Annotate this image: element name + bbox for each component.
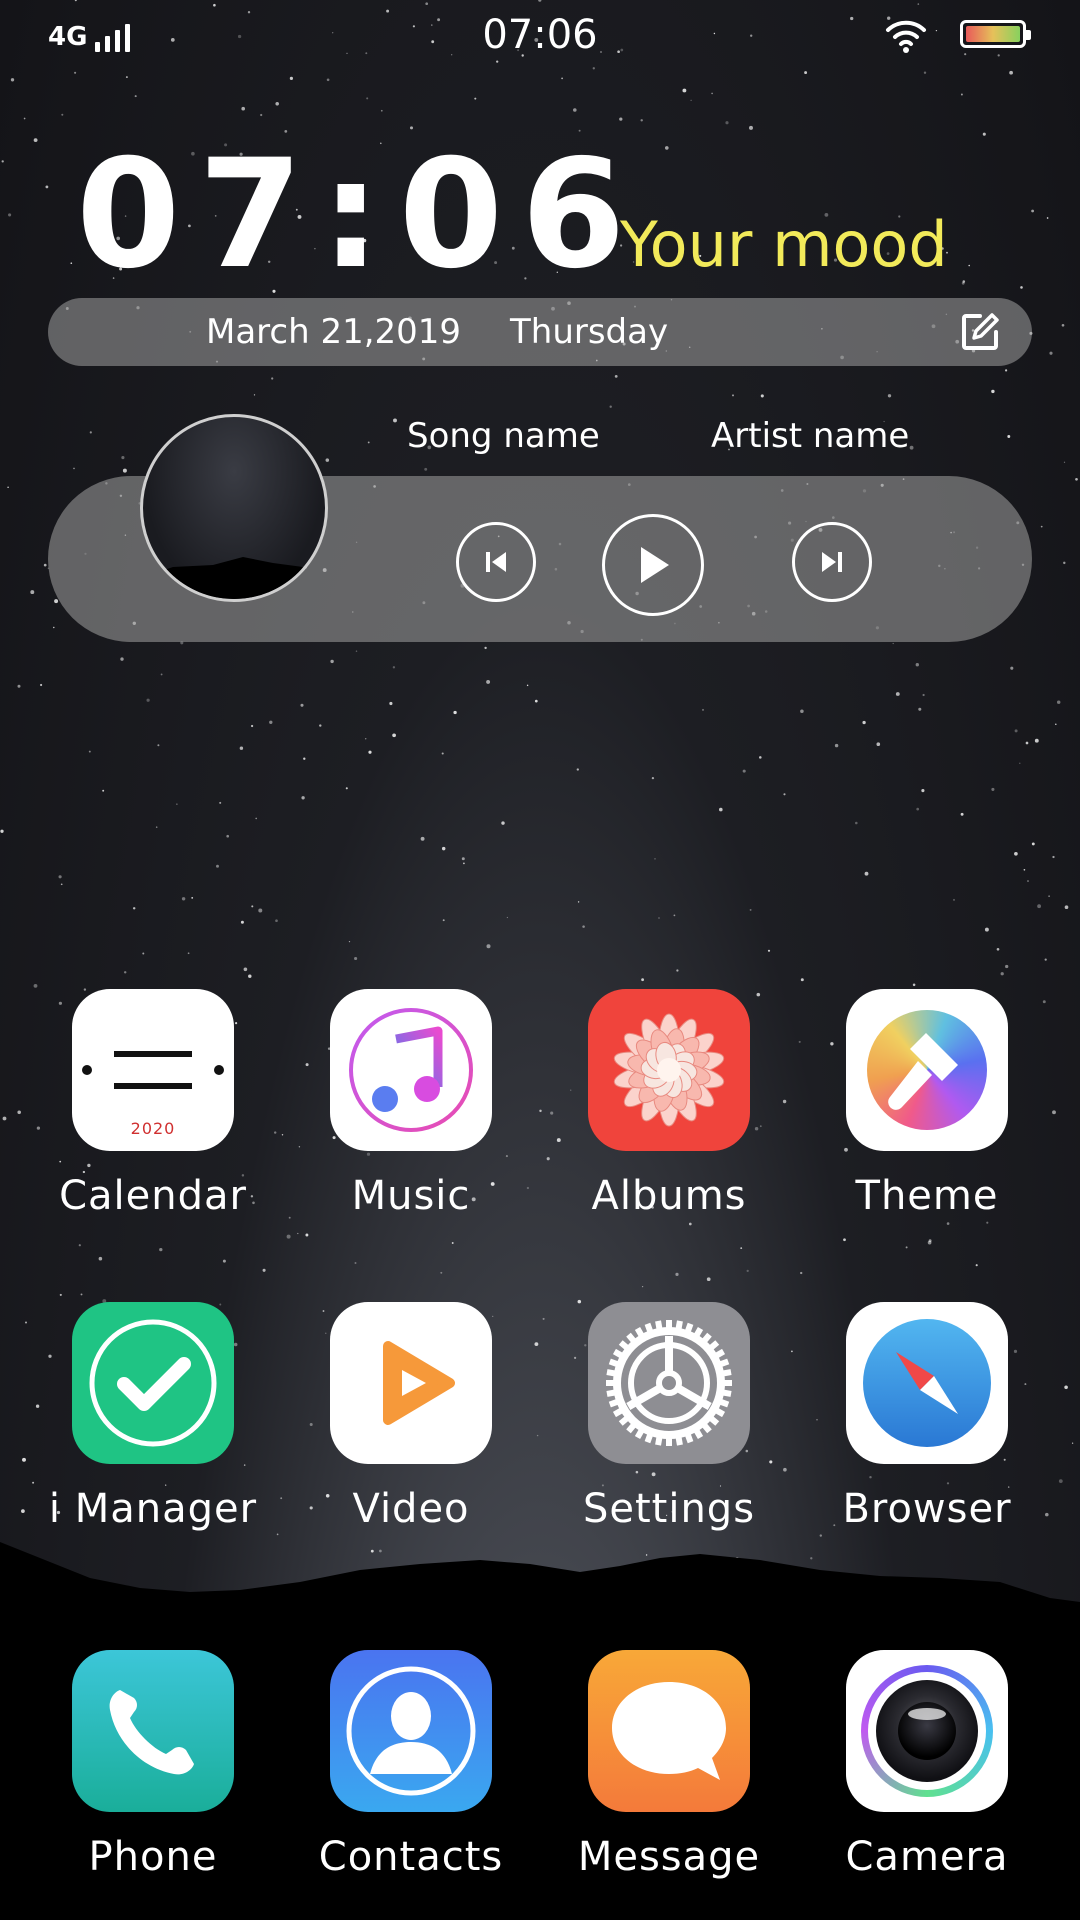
clock-widget-time[interactable]: 07:06: [76, 140, 643, 290]
paintbrush-icon: [846, 989, 1008, 1151]
dock-camera[interactable]: Camera: [817, 1650, 1037, 1880]
app-video[interactable]: Video: [301, 1302, 521, 1532]
app-label: Camera: [845, 1834, 1009, 1880]
skip-back-icon: [486, 552, 506, 572]
skip-forward-icon: [822, 552, 842, 572]
app-calendar[interactable]: 2020 Calendar: [43, 989, 263, 1219]
app-label: i Manager: [48, 1486, 258, 1532]
app-albums[interactable]: Albums: [559, 989, 779, 1219]
app-label: Music: [351, 1173, 471, 1219]
play-video-icon: [330, 1302, 492, 1464]
wifi-icon: [886, 20, 926, 53]
battery-icon: [960, 20, 1031, 48]
previous-button[interactable]: [456, 522, 536, 602]
play-button[interactable]: [602, 514, 704, 616]
app-imanager[interactable]: i Manager: [43, 1302, 263, 1532]
date-bar: March 21,2019 Thursday: [48, 298, 1032, 366]
music-note-icon: [330, 989, 492, 1151]
app-label: Albums: [591, 1173, 747, 1219]
next-button[interactable]: [792, 522, 872, 602]
app-label: Browser: [842, 1486, 1012, 1532]
status-bar: 4G 07:06: [0, 0, 1080, 70]
song-name: Song name: [407, 416, 600, 456]
app-label: Calendar: [59, 1173, 247, 1219]
app-music[interactable]: Music: [301, 989, 521, 1219]
edit-icon[interactable]: [958, 310, 1002, 354]
app-label: Phone: [88, 1834, 218, 1880]
checkmark-shield-icon: [72, 1302, 234, 1464]
app-label: Contacts: [318, 1834, 504, 1880]
camera-lens-icon: [846, 1650, 1008, 1812]
app-settings[interactable]: Settings: [559, 1302, 779, 1532]
album-art[interactable]: [140, 414, 328, 602]
date-label: March 21,2019: [206, 312, 462, 352]
app-browser[interactable]: Browser: [817, 1302, 1037, 1532]
dock-contacts[interactable]: Contacts: [301, 1650, 521, 1880]
calendar-year: 2020: [130, 1119, 176, 1138]
gear-icon: [588, 1302, 750, 1464]
dock-message[interactable]: Message: [559, 1650, 779, 1880]
weekday-label: Thursday: [510, 312, 669, 352]
contact-person-icon: [330, 1650, 492, 1812]
app-label: Theme: [855, 1173, 999, 1219]
app-label: Message: [577, 1834, 761, 1880]
mood-text[interactable]: Your mood: [620, 208, 948, 281]
flower-icon: [588, 989, 750, 1151]
compass-icon: [846, 1302, 1008, 1464]
artist-name: Artist name: [711, 416, 910, 456]
play-icon: [641, 547, 669, 583]
message-bubble-icon: [588, 1650, 750, 1812]
dock-phone[interactable]: Phone: [43, 1650, 263, 1880]
app-theme[interactable]: Theme: [817, 989, 1037, 1219]
app-label: Settings: [582, 1486, 756, 1532]
calendar-icon: 2020: [72, 989, 234, 1151]
phone-icon: [72, 1650, 234, 1812]
app-label: Video: [352, 1486, 470, 1532]
